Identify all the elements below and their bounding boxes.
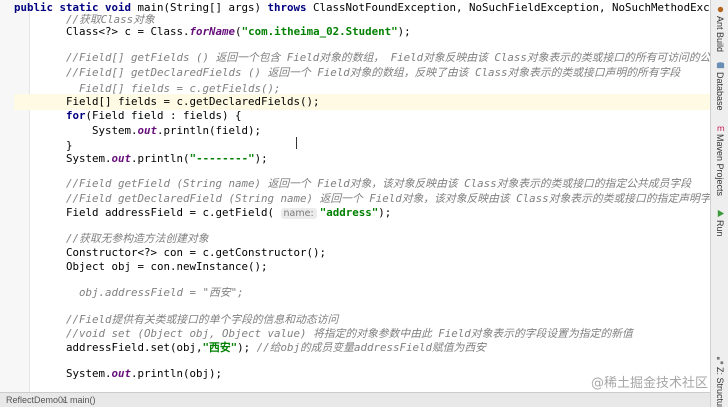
code-string: "address" bbox=[319, 206, 379, 219]
watermark: @稀土掘金技术社区 bbox=[590, 376, 708, 391]
code-static-field: forName bbox=[189, 25, 236, 38]
code-static-field: out bbox=[137, 124, 158, 137]
tool-tab-maven-projects[interactable]: m Maven Projects bbox=[711, 122, 728, 196]
code-line[interactable]: Object obj = con.newInstance(); bbox=[14, 259, 710, 275]
tool-tab-z-structure[interactable]: Z: Structure bbox=[711, 355, 728, 407]
database-icon bbox=[715, 60, 725, 70]
code-token: ); bbox=[237, 341, 257, 354]
code-line[interactable]: addressField.set(obj,"西安"); //给obj的成员变量a… bbox=[14, 340, 710, 356]
code-comment: //给obj的成员变量addressField赋值为西安 bbox=[256, 341, 486, 354]
run-icon bbox=[715, 208, 725, 218]
code-token: ); bbox=[254, 152, 268, 165]
code-keyword: for bbox=[66, 109, 86, 122]
code-token: Field[] fields = c.getDeclaredFields(); bbox=[66, 95, 320, 108]
code-token: .println(obj); bbox=[131, 367, 223, 380]
code-comment: //Field getDeclaredField (String name) 返… bbox=[66, 192, 710, 205]
code-static-field: out bbox=[111, 367, 132, 380]
code-static-field: out bbox=[111, 152, 132, 165]
code-line[interactable]: //Field getField (String name) 返回一个 Fiel… bbox=[14, 176, 710, 192]
tool-tab-label: Maven Projects bbox=[715, 134, 725, 197]
code-token: .println( bbox=[131, 152, 190, 165]
tool-tab-run[interactable]: Run bbox=[711, 208, 728, 237]
code-token: System. bbox=[66, 367, 112, 380]
code-token: ); bbox=[397, 25, 411, 38]
right-tool-window-bar: Ant Build Database m Maven Projects Run Z: St… bbox=[710, 0, 728, 407]
breadcrumb-bar: ReflectDemo01 › main() bbox=[0, 392, 710, 407]
code-token: Field addressField = c.getField( bbox=[66, 206, 281, 219]
code-token: Object obj = con.newInstance(); bbox=[66, 260, 268, 273]
code-comment: //Field提供有关类或接口的单个字段的信息和动态访问 bbox=[66, 313, 339, 326]
breadcrumb-method[interactable]: main() bbox=[70, 395, 96, 405]
code-line[interactable]: System.out.println("--------"); bbox=[14, 151, 710, 167]
code-string: "西安" bbox=[202, 341, 238, 354]
code-line[interactable]: Class<?> c = Class.forName("com.itheima_… bbox=[14, 24, 710, 40]
code-comment: //Field getField (String name) 返回一个 Fiel… bbox=[66, 177, 692, 190]
code-string: "com.itheima_02.Student" bbox=[241, 25, 398, 38]
code-line[interactable]: System.out.println(field); bbox=[14, 123, 710, 139]
code-token: .println(field); bbox=[157, 124, 262, 137]
breadcrumb-separator: › bbox=[62, 395, 65, 405]
code-token: Class<?> c = Class. bbox=[66, 25, 190, 38]
parameter-hint: name: bbox=[280, 208, 317, 219]
code-line[interactable]: for(Field field : fields) { bbox=[14, 108, 710, 124]
code-line[interactable]: //Field[] getDeclaredFields () 返回一个 Fiel… bbox=[14, 65, 710, 81]
structure-icon bbox=[715, 355, 725, 365]
code-line[interactable]: //Field[] getFields () 返回一个包含 Field对象的数组… bbox=[14, 50, 710, 66]
code-comment: //Field[] getDeclaredFields () 返回一个 Fiel… bbox=[66, 66, 681, 79]
code-string: "--------" bbox=[189, 152, 255, 165]
maven-icon: m bbox=[715, 122, 725, 132]
code-line[interactable]: obj.addressField = "西安"; bbox=[14, 285, 710, 301]
code-token: (Field field : fields) { bbox=[85, 109, 242, 122]
code-token: System. bbox=[92, 124, 138, 137]
code-token: ); bbox=[378, 206, 392, 219]
ant-icon bbox=[715, 4, 725, 14]
tool-tab-label: Z: Structure bbox=[715, 367, 725, 407]
code-token: System. bbox=[66, 152, 112, 165]
code-comment: //Field[] getFields () 返回一个包含 Field对象的数组… bbox=[66, 51, 710, 64]
code-comment: //void set (Object obj, Object value) 将指… bbox=[66, 327, 633, 340]
tool-tab-label: Database bbox=[715, 72, 725, 111]
tool-tab-ant-build[interactable]: Ant Build bbox=[711, 4, 728, 52]
text-caret bbox=[296, 137, 297, 149]
tool-tab-database[interactable]: Database bbox=[711, 60, 728, 111]
code-token: Constructor<?> con = c.getConstructor(); bbox=[66, 246, 327, 259]
svg-text:m: m bbox=[716, 123, 724, 132]
code-token: addressField.set(obj, bbox=[66, 341, 203, 354]
code-comment: obj.addressField = "西安"; bbox=[79, 286, 244, 299]
breadcrumb-class[interactable]: ReflectDemo01 bbox=[6, 395, 68, 405]
code-line[interactable]: Field addressField = c.getField( name: "a… bbox=[14, 205, 710, 221]
code-editor[interactable]: public static void main(String[] args) t… bbox=[0, 0, 710, 392]
code-area[interactable]: public static void main(String[] args) t… bbox=[14, 0, 710, 392]
tool-tab-label: Run bbox=[715, 220, 725, 237]
tool-tab-label: Ant Build bbox=[715, 16, 725, 53]
code-comment: //获取无参构造方法创建对象 bbox=[66, 232, 209, 245]
